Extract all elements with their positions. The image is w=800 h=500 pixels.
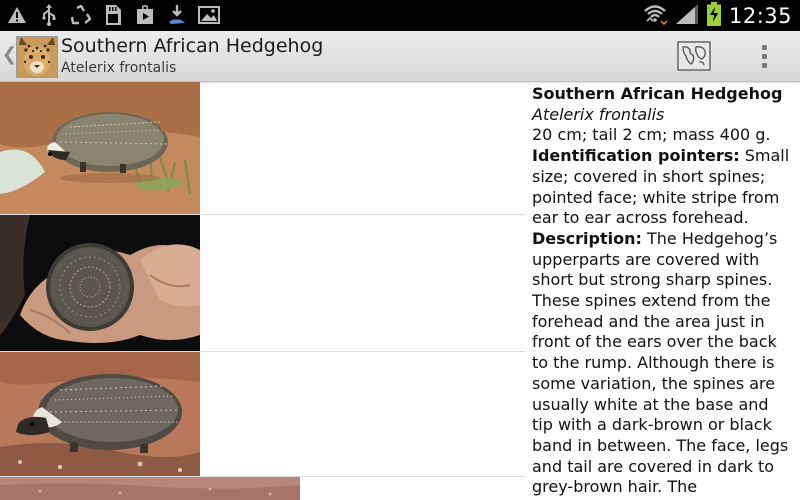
play-store-icon	[134, 4, 156, 26]
action-bar: ❮ Southern African Hedgehog Atelerix fro…	[0, 31, 800, 82]
description-text: The Hedgehog’s upperparts are covered wi…	[532, 228, 789, 497]
overflow-menu-button[interactable]	[752, 41, 776, 71]
clock: 12:35	[728, 3, 792, 28]
title-block: Southern African Hedgehog Atelerix front…	[61, 35, 323, 77]
overflow-dot	[761, 53, 767, 59]
identification-label: Identification pointers:	[532, 146, 740, 166]
leopard-icon	[17, 37, 57, 77]
warning-icon	[6, 4, 28, 26]
page-subtitle: Atelerix frontalis	[61, 60, 177, 76]
signal-icon	[675, 3, 699, 29]
hedgehog-walking-photo[interactable]	[0, 82, 200, 214]
app-icon[interactable]	[16, 36, 58, 78]
wifi-icon	[643, 3, 668, 29]
download-icon	[166, 4, 188, 26]
species-name: Southern African Hedgehog	[532, 84, 783, 103]
description-label: Description:	[532, 228, 642, 248]
battery-charging-icon	[706, 1, 721, 30]
overflow-dot	[761, 62, 767, 68]
page-title: Southern African Hedgehog	[61, 35, 324, 57]
gallery-icon	[198, 4, 220, 26]
notification-icons	[6, 4, 220, 26]
scientific-name: Atelerix frontalis	[532, 104, 665, 124]
up-caret-icon[interactable]: ❮	[2, 43, 17, 67]
system-icons: 12:35	[643, 1, 792, 30]
sd-card-icon	[102, 4, 124, 26]
map-icon	[677, 41, 711, 71]
measurements: 20 cm; tail 2 cm; mass 400 g.	[532, 125, 771, 145]
overflow-menu-icon	[761, 44, 767, 50]
status-bar: 12:35	[0, 0, 800, 31]
ground-photo[interactable]	[0, 477, 300, 500]
map-button[interactable]	[676, 40, 712, 72]
photo-gallery	[0, 82, 525, 500]
recycle-icon	[70, 4, 92, 26]
hedgehog-in-hands-photo[interactable]	[0, 215, 200, 351]
species-description: Southern African Hedgehog Atelerix front…	[532, 84, 794, 498]
usb-icon	[38, 4, 60, 26]
hedgehog-side-photo[interactable]	[0, 352, 200, 476]
